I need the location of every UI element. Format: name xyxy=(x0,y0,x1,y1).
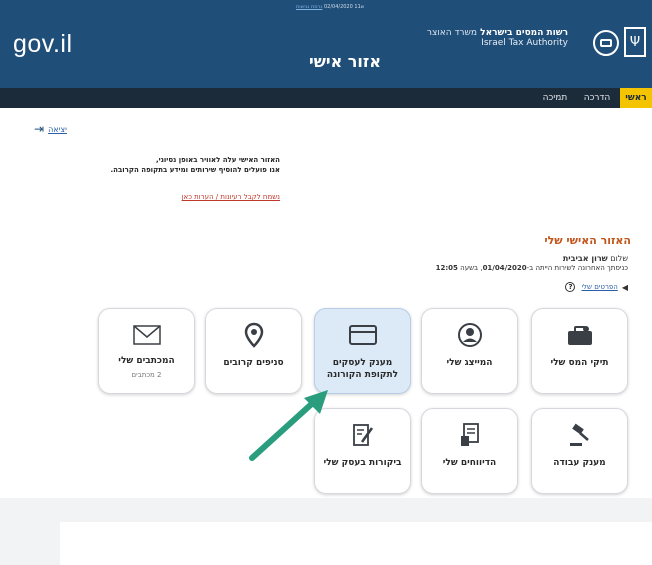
gavel-icon xyxy=(532,423,627,447)
nav-item-support[interactable]: תמיכה xyxy=(536,88,574,108)
folder-icon xyxy=(532,323,627,347)
my-details-row: ◀ הפרטים שלי ? xyxy=(565,282,628,292)
tax-authority-emblem-icon xyxy=(593,30,619,56)
logout-button[interactable]: יציאה ⇥ xyxy=(34,122,67,136)
notice-line-1: האזור האישי עלה לאוויר באופן נסיוני, xyxy=(155,156,280,164)
tile-nearby-branches[interactable]: סניפים קרובים xyxy=(205,308,302,394)
authority-name[interactable]: רשות המסים בישראל משרד האוצר Israel Tax … xyxy=(427,28,568,48)
tile-label: מענק לעסקים לתקופת הקורונה xyxy=(326,358,399,380)
help-icon[interactable]: ? xyxy=(565,282,576,292)
location-icon xyxy=(206,322,301,348)
tile-label: המכתבים שלי xyxy=(118,356,175,366)
state-emblem-icon: Ψ xyxy=(624,27,646,57)
last-login-time: 12:05 xyxy=(435,264,458,272)
last-login-info: כניסתך האחרונה לשירות הייתה ב-01/04/2020… xyxy=(368,264,628,272)
person-icon xyxy=(422,323,517,347)
my-details-link[interactable]: הפרטים שלי xyxy=(581,283,617,291)
tile-my-reports[interactable]: הדיווחים שלי xyxy=(421,408,518,494)
letters-count: 2 מכתבים xyxy=(131,371,162,379)
caret-left-icon: ◀ xyxy=(621,282,628,292)
pointer-arrow xyxy=(249,390,328,461)
greeting: שלום שרון אביבית xyxy=(563,254,628,264)
beta-notice: האזור האישי עלה לאוויר באופן נסיוני, אנו… xyxy=(80,155,280,175)
tile-my-representative[interactable]: המייצג שלי xyxy=(421,308,518,394)
footer-card xyxy=(60,522,652,565)
envelope-icon xyxy=(99,323,194,347)
last-login-date: 01/04/2020 xyxy=(482,264,527,272)
authority-name-en: Israel Tax Authority xyxy=(481,38,568,48)
greeting-prefix: שלום xyxy=(610,254,628,263)
tile-label: סניפים קרובים xyxy=(223,358,284,368)
last-login-prefix: כניסתך האחרונה לשירות הייתה ב- xyxy=(526,264,628,272)
nav-item-guidance[interactable]: הדרכה xyxy=(578,88,616,108)
tile-label: תיקי המס שלי xyxy=(550,358,609,368)
tile-tax-files[interactable]: תיקי המס שלי xyxy=(531,308,628,394)
tile-label: המייצג שלי xyxy=(446,358,493,368)
main-nav: ראשי הדרכה תמיכה xyxy=(0,88,652,108)
page-title: אזור אישי xyxy=(309,52,381,71)
tile-label: מענק עבודה xyxy=(553,458,606,468)
top-info-text: ש11 02/04/2020 xyxy=(323,4,365,10)
gov-il-logo[interactable]: gov.il xyxy=(13,30,73,59)
my-area-title: האזור האישי שלי xyxy=(544,234,631,247)
credit-card-icon xyxy=(315,323,410,347)
tile-label: הדיווחים שלי xyxy=(442,458,497,468)
nav-item-home[interactable]: ראשי xyxy=(620,88,652,108)
logout-label: יציאה xyxy=(48,124,67,134)
site-header: gov.il ש11 02/04/2020 גרסת נגישות אזור א… xyxy=(0,0,652,88)
tile-my-letters[interactable]: המכתבים שלי 2 מכתבים xyxy=(98,308,195,394)
authority-name-he: רשות המסים בישראל xyxy=(480,28,568,38)
ministry-name-he: משרד האוצר xyxy=(426,28,477,38)
accessibility-link[interactable]: גרסת נגישות xyxy=(296,4,322,10)
notice-line-2: אנו פועלים להוסיף שירותים ומידע בתקופה ה… xyxy=(110,166,280,174)
feedback-link[interactable]: נשמח לקבל רעיונות / הערות כאן xyxy=(150,193,280,201)
logout-icon: ⇥ xyxy=(34,122,45,136)
tile-work-grant[interactable]: מענק עבודה xyxy=(531,408,628,494)
tile-corona-business-grant[interactable]: מענק לעסקים לתקופת הקורונה xyxy=(314,308,411,394)
top-info-bar: ש11 02/04/2020 גרסת נגישות xyxy=(290,4,364,10)
user-name: שרון אביבית xyxy=(562,254,608,263)
report-icon xyxy=(422,423,517,447)
last-login-mid: , בשעה xyxy=(457,264,483,272)
